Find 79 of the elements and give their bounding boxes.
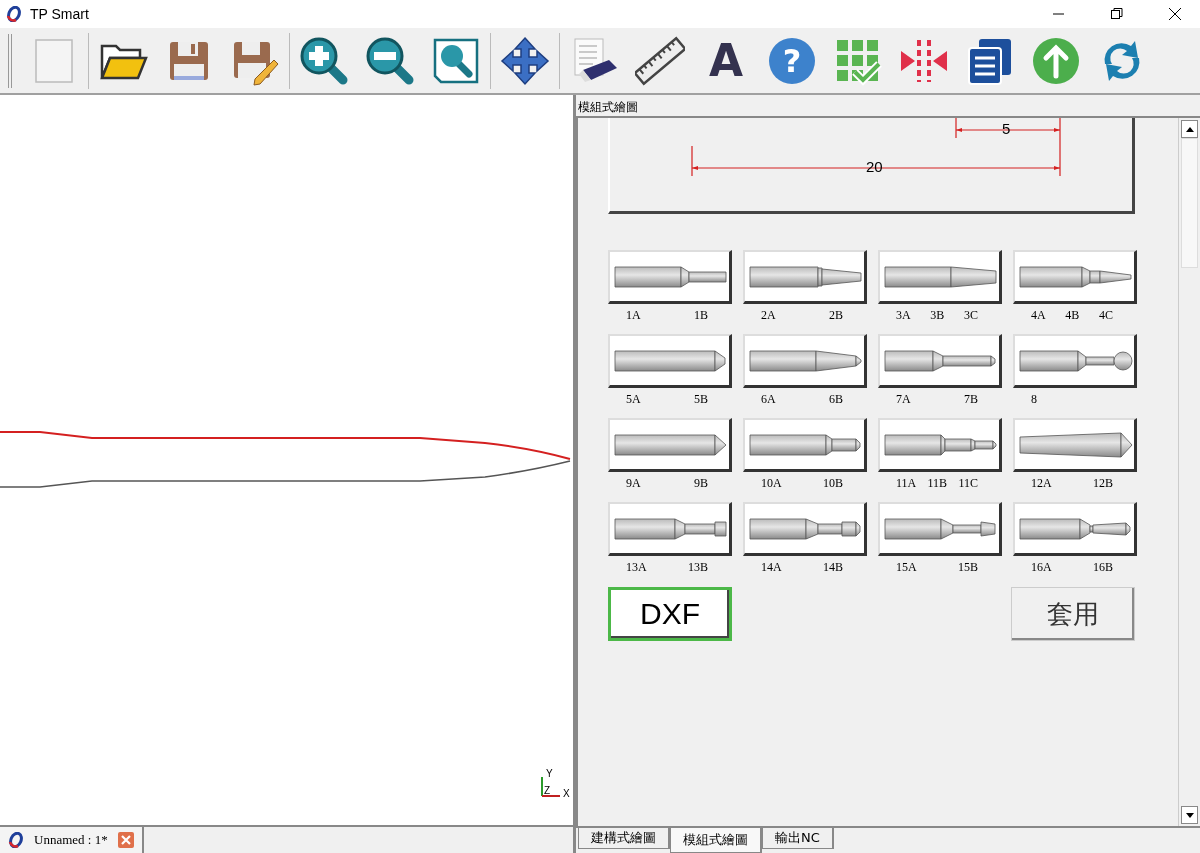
cutter-button[interactable]	[743, 502, 867, 556]
cutter-button[interactable]	[1013, 334, 1137, 388]
cutter-label: 3C	[963, 308, 978, 323]
cutter-label: 15A	[896, 560, 917, 575]
cutter-label: 7A	[896, 392, 911, 407]
cutter-label: 12B	[1093, 476, 1113, 491]
axis-label: Y	[546, 769, 553, 779]
panel-tab[interactable]: 輸出NC	[762, 828, 834, 849]
cutter-label: 2A	[761, 308, 776, 323]
zoom-in-icon	[299, 35, 349, 86]
scroll-down-icon[interactable]	[1181, 806, 1198, 824]
toolbar-button[interactable]: A	[700, 34, 752, 87]
panel-tab[interactable]: 模組式繪圖	[670, 828, 762, 853]
cutter-label: 11C	[958, 476, 978, 491]
cutter-label: 12A	[1031, 476, 1052, 491]
cutter-button[interactable]	[1013, 502, 1137, 556]
cutter-button[interactable]	[878, 418, 1002, 472]
cutter-label: 9A	[626, 476, 641, 491]
cutter-button[interactable]	[743, 334, 867, 388]
dimension-value: 20	[866, 158, 883, 175]
scroll-up-icon[interactable]	[1181, 120, 1198, 138]
cutter-label: 9B	[694, 476, 708, 491]
text-tool-icon: A	[708, 38, 744, 83]
dimension-value: 5	[1002, 120, 1011, 137]
cutter-label: 5B	[694, 392, 708, 407]
apply-button[interactable]: 套用	[1011, 587, 1135, 641]
cutter-button[interactable]	[878, 250, 1002, 304]
cutter-label: 7B	[964, 392, 978, 407]
cutter-button[interactable]	[878, 502, 1002, 556]
cutter-label: 13B	[688, 560, 708, 575]
cutter-label: 14A	[761, 560, 782, 575]
cutter-button[interactable]	[608, 502, 732, 556]
cutter-label: 4A	[1031, 308, 1046, 323]
document-tab[interactable]: Unnamed : 1*	[0, 827, 144, 853]
close-icon	[1169, 8, 1181, 20]
minimize-icon	[1053, 13, 1065, 15]
cutter-button[interactable]	[1013, 418, 1137, 472]
panel-tab[interactable]: 建構式繪圖	[578, 828, 670, 849]
cutter-button[interactable]	[608, 418, 732, 472]
toolbar-button[interactable]	[499, 34, 551, 87]
cutter-label: 5A	[626, 392, 641, 407]
dxf-button[interactable]: DXF	[608, 587, 732, 641]
document-tab-label: Unnamed : 1*	[34, 832, 108, 848]
cutter-label: 6B	[829, 392, 843, 407]
window-title: TP Smart	[30, 6, 90, 22]
cutter-button[interactable]	[1013, 250, 1137, 304]
axis-label: Z	[544, 785, 551, 796]
cutter-button[interactable]	[878, 334, 1002, 388]
cutter-label: 8	[1031, 392, 1037, 407]
cutter-button[interactable]	[608, 250, 732, 304]
cutter-label: 2B	[829, 308, 843, 323]
cutter-label: 11B	[927, 476, 948, 491]
cutter-label: 11A	[896, 476, 917, 491]
cutter-label: 3A	[896, 308, 911, 323]
app-logo-icon	[8, 832, 24, 848]
cutter-button[interactable]	[743, 418, 867, 472]
cutter-label: 4B	[1065, 308, 1080, 323]
cutter-label: 14B	[823, 560, 843, 575]
cutter-label: 16B	[1093, 560, 1113, 575]
cutter-label: 15B	[958, 560, 978, 575]
cutter-label: 1B	[694, 308, 708, 323]
cutter-label: 4C	[1098, 308, 1113, 323]
restore-icon	[1111, 8, 1123, 20]
move-arrows-icon	[500, 35, 550, 86]
cutter-label: 13A	[626, 560, 647, 575]
axis-label: X	[563, 788, 570, 799]
scroll-thumb[interactable]	[1181, 138, 1198, 268]
cutter-button[interactable]	[743, 250, 867, 304]
cutter-label: 10B	[823, 476, 843, 491]
close-icon[interactable]	[117, 832, 134, 848]
scrollbar[interactable]	[1178, 118, 1200, 826]
cutter-label: 10A	[761, 476, 782, 491]
cutter-label: 3B	[930, 308, 945, 323]
cutter-label: 16A	[1031, 560, 1052, 575]
cutter-label: 1A	[626, 308, 641, 323]
app-logo-icon	[6, 6, 22, 22]
cutter-button[interactable]	[608, 334, 732, 388]
zoom-out-icon	[365, 35, 415, 86]
cutter-label: 6A	[761, 392, 776, 407]
